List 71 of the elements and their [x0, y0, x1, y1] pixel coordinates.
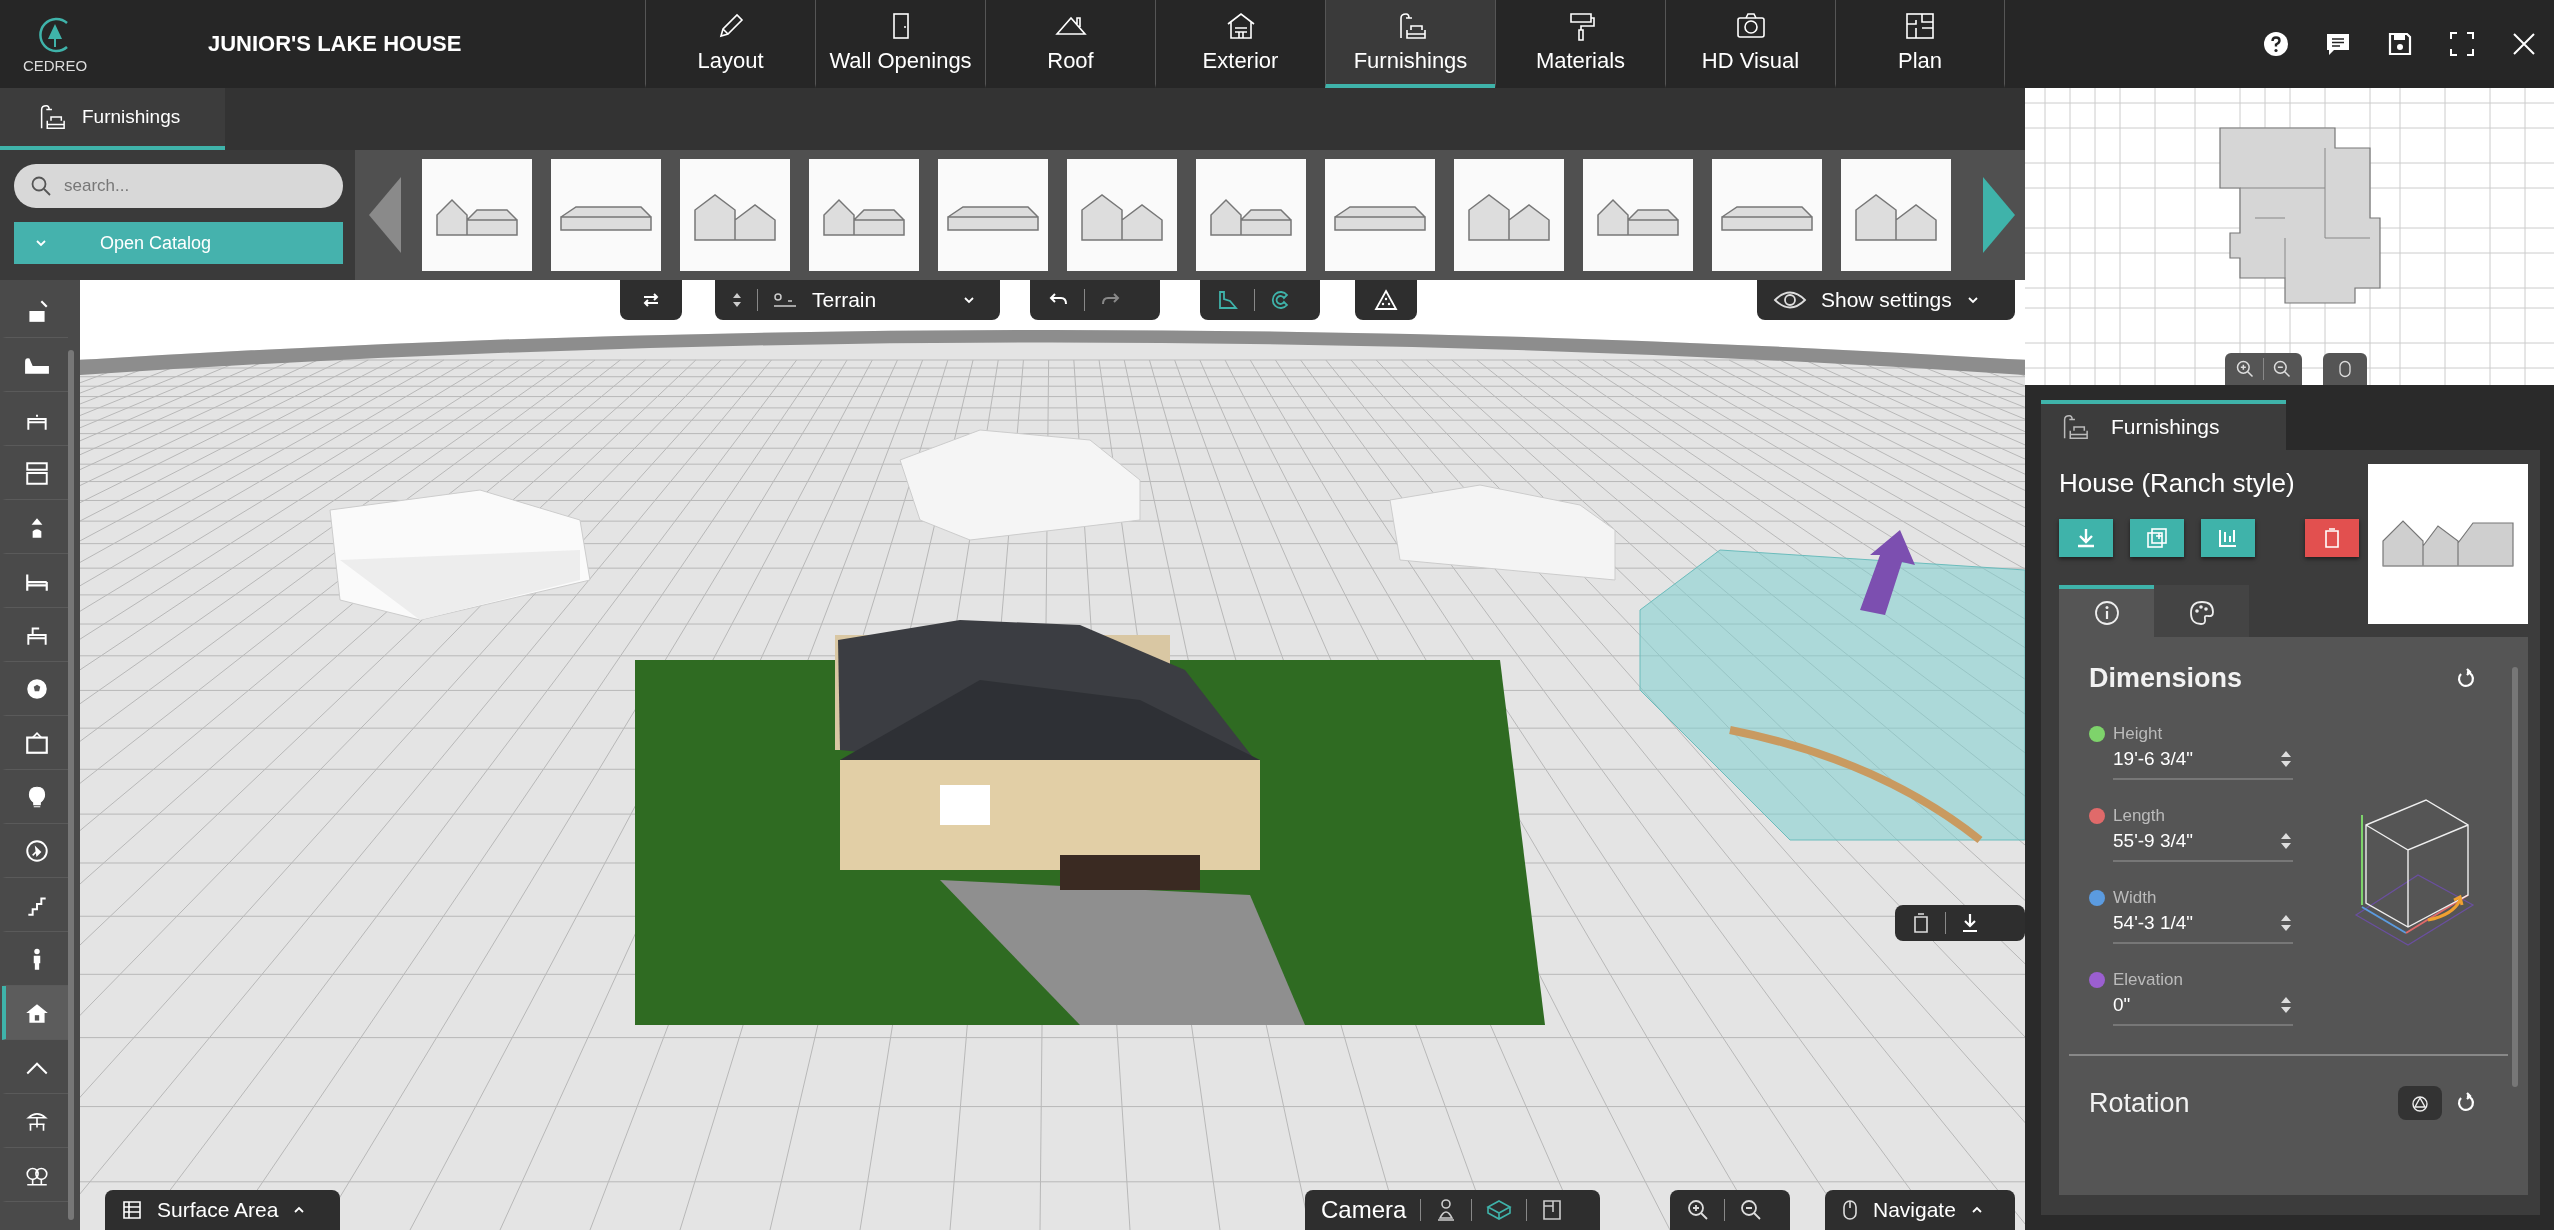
mode-tab[interactable]: Furnishings — [1325, 0, 1495, 88]
warning-icon — [1374, 289, 1398, 311]
3d-view-icon[interactable] — [1486, 1198, 1513, 1222]
floor-plan-minimap-drawing[interactable] — [2025, 88, 2554, 385]
terrain-dropdown[interactable]: Terrain — [715, 280, 1000, 320]
field-label: Height — [2113, 724, 2164, 744]
navigate-button[interactable]: Navigate — [1825, 1190, 2015, 1230]
scrollbar[interactable] — [2512, 667, 2518, 1087]
fullscreen-icon[interactable] — [2448, 30, 2476, 58]
house-thumbnail[interactable] — [1453, 159, 1565, 271]
save-icon[interactable] — [2386, 30, 2414, 58]
project-title: JUNIOR'S LAKE HOUSE — [208, 31, 463, 57]
house-thumbnail[interactable] — [1582, 159, 1694, 271]
zoom-in-icon[interactable] — [2235, 359, 2255, 379]
info-icon — [2093, 600, 2120, 626]
list-icon — [121, 1199, 143, 1221]
scroll-right-arrow-icon[interactable] — [1981, 175, 2017, 255]
camera-label: Camera — [1321, 1196, 1407, 1224]
eye-icon — [1773, 289, 1807, 311]
warning-button[interactable] — [1355, 280, 1417, 320]
search-field[interactable]: search... — [14, 164, 343, 208]
download-icon[interactable] — [1960, 912, 1980, 934]
house-thumbnail[interactable] — [679, 159, 791, 271]
trash-icon[interactable] — [1911, 912, 1931, 934]
object-name: House (Ranch style) — [2059, 468, 2296, 499]
house-thumbnail[interactable] — [1840, 159, 1952, 271]
plan-view-icon[interactable] — [1541, 1198, 1564, 1222]
palette-icon — [2188, 600, 2215, 626]
download-button[interactable] — [2059, 519, 2113, 557]
house-thumbnail[interactable] — [1066, 159, 1178, 271]
help-icon[interactable] — [2262, 30, 2290, 58]
house-thumbnail[interactable] — [550, 159, 662, 271]
show-settings-button[interactable]: Show settings — [1757, 280, 2015, 320]
snap-icon[interactable] — [1216, 289, 1240, 311]
house-thumbnail[interactable] — [1324, 159, 1436, 271]
dimension-field[interactable]: 0" — [2113, 990, 2293, 1026]
dimension-field[interactable]: 19'-6 3/4" — [2113, 744, 2293, 780]
house-thumbnail[interactable] — [421, 159, 533, 271]
field-label: Width — [2113, 888, 2158, 908]
rotate-mode-button[interactable] — [2398, 1086, 2442, 1120]
swap-button[interactable] — [620, 280, 682, 320]
align-button[interactable] — [2201, 519, 2255, 557]
house-thumbnail[interactable] — [1711, 159, 1823, 271]
field-label: Elevation — [2113, 970, 2184, 990]
house-thumbnail[interactable] — [937, 159, 1049, 271]
section-title: Rotation — [2089, 1087, 2190, 1119]
dimension-field[interactable]: 54'-3 1/4" — [2113, 908, 2293, 944]
scrollbar[interactable] — [68, 350, 74, 1220]
dimension-field[interactable]: 55'-9 3/4" — [2113, 826, 2293, 862]
surface-area-button[interactable]: Surface Area — [105, 1190, 340, 1230]
section-title: Dimensions — [2089, 663, 2243, 694]
terrain-icon — [772, 291, 798, 309]
info-tab[interactable] — [2059, 585, 2154, 637]
field-label: Length — [2113, 806, 2166, 826]
mouse-button[interactable] — [2323, 353, 2367, 385]
zoom-out-icon[interactable] — [1739, 1198, 1763, 1222]
house-thumbnail[interactable] — [808, 159, 920, 271]
delete-button[interactable] — [2305, 519, 2359, 557]
logo-text: CEDREO — [22, 56, 88, 74]
appearance-tab[interactable] — [2154, 585, 2249, 637]
category-tab[interactable]: Furnishings — [0, 88, 225, 150]
zoom-in-icon[interactable] — [1686, 1198, 1710, 1222]
category-tool-button[interactable] — [2, 986, 68, 1040]
zoom-out-icon[interactable] — [2272, 359, 2292, 379]
duplicate-icon — [2145, 526, 2169, 550]
cabinet-icon — [24, 459, 50, 486]
mouse-icon — [1841, 1198, 1859, 1222]
house-thumbnail[interactable] — [1195, 159, 1307, 271]
mouse-icon — [2337, 359, 2353, 379]
properties-tab[interactable]: Furnishings — [2041, 400, 2286, 450]
floor-plan-icon — [1904, 10, 1936, 42]
